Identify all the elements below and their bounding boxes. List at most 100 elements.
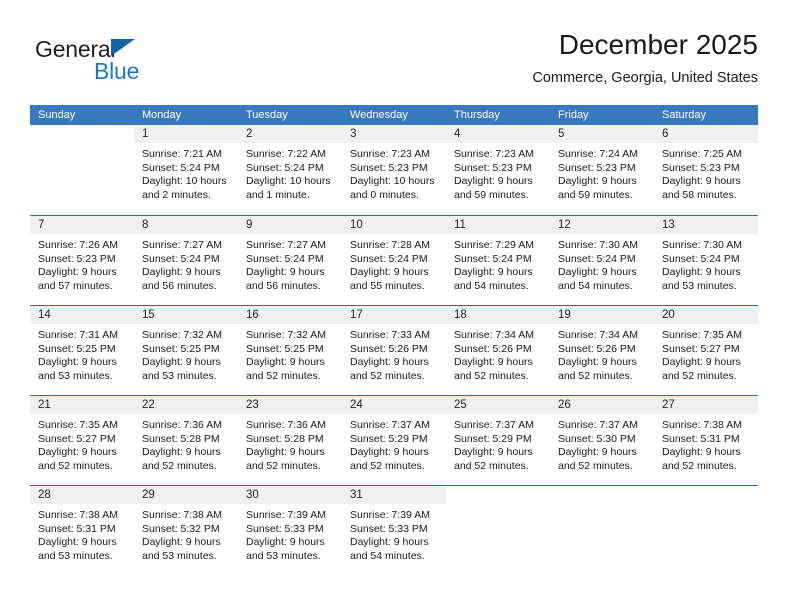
day-cell-19[interactable]: 19 Sunrise: 7:34 AM Sunset: 5:26 PM Dayligh… xyxy=(550,306,654,395)
day-details xyxy=(550,504,654,509)
location-subtitle: Commerce, Georgia, United States xyxy=(532,70,758,86)
day-cell-20[interactable]: 20 Sunrise: 7:35 AM Sunset: 5:27 PM Dayligh… xyxy=(654,306,758,395)
day-cell-25[interactable]: 25 Sunrise: 7:37 AM Sunset: 5:29 PM Dayligh… xyxy=(446,396,550,485)
day-number-band: 27 xyxy=(654,396,758,414)
day-number: 28 xyxy=(38,489,51,501)
day-number-band: 18 xyxy=(446,306,550,324)
day-cell-3[interactable]: 3 Sunrise: 7:23 AM Sunset: 5:23 PM Daylight… xyxy=(342,125,446,215)
day-detail-line: Sunset: 5:23 PM xyxy=(350,161,428,174)
day-cell-24[interactable]: 24 Sunrise: 7:37 AM Sunset: 5:29 PM Dayligh… xyxy=(342,396,446,485)
day-number-band: 16 xyxy=(238,306,342,324)
day-detail-line: and 52 minutes. xyxy=(454,369,529,382)
day-cell-28[interactable]: 28 Sunrise: 7:38 AM Sunset: 5:31 PM Dayligh… xyxy=(30,486,134,575)
day-cell-22[interactable]: 22 Sunrise: 7:36 AM Sunset: 5:28 PM Dayligh… xyxy=(134,396,238,485)
day-details: Sunrise: 7:27 AM Sunset: 5:24 PM Daylight:… xyxy=(134,234,238,293)
day-number-band xyxy=(550,486,654,504)
day-details xyxy=(446,504,550,509)
day-number: 7 xyxy=(38,219,45,231)
day-detail-line: and 59 minutes. xyxy=(454,188,529,201)
day-details: Sunrise: 7:34 AM Sunset: 5:26 PM Daylight:… xyxy=(550,324,654,383)
day-detail-line: Sunrise: 7:33 AM xyxy=(350,329,430,341)
day-cell-2[interactable]: 2 Sunrise: 7:22 AM Sunset: 5:24 PM Daylight… xyxy=(238,125,342,215)
day-cell-26[interactable]: 26 Sunrise: 7:37 AM Sunset: 5:30 PM Dayligh… xyxy=(550,396,654,485)
day-cell-7[interactable]: 7 Sunrise: 7:26 AM Sunset: 5:23 PM Daylight… xyxy=(30,216,134,305)
day-cell-31[interactable]: 31 Sunrise: 7:39 AM Sunset: 5:33 PM Dayligh… xyxy=(342,486,446,575)
day-detail-line: Sunrise: 7:27 AM xyxy=(246,239,326,251)
day-cell-empty xyxy=(654,486,758,575)
day-detail-line: and 52 minutes. xyxy=(246,459,321,472)
day-number: 8 xyxy=(142,219,149,231)
day-details: Sunrise: 7:38 AM Sunset: 5:31 PM Daylight:… xyxy=(654,414,758,473)
weekday-header-tuesday: Tuesday xyxy=(246,109,288,121)
day-cell-11[interactable]: 11 Sunrise: 7:29 AM Sunset: 5:24 PM Dayligh… xyxy=(446,216,550,305)
day-number-band: 5 xyxy=(550,125,654,143)
day-detail-line: and 52 minutes. xyxy=(142,459,217,472)
day-detail-line: Sunset: 5:23 PM xyxy=(454,161,532,174)
day-detail-line: and 52 minutes. xyxy=(350,459,425,472)
day-detail-line: Sunrise: 7:38 AM xyxy=(142,509,222,521)
day-detail-line: and 58 minutes. xyxy=(662,188,737,201)
day-number: 13 xyxy=(662,219,675,231)
day-cell-empty xyxy=(30,125,134,215)
day-number-band: 23 xyxy=(238,396,342,414)
day-cell-1[interactable]: 1 Sunrise: 7:21 AM Sunset: 5:24 PM Daylight… xyxy=(134,125,238,215)
weekday-header-monday: Monday xyxy=(142,109,182,121)
day-detail-line: Sunset: 5:24 PM xyxy=(246,252,324,265)
day-detail-line: and 57 minutes. xyxy=(38,279,113,292)
day-details: Sunrise: 7:32 AM Sunset: 5:25 PM Daylight:… xyxy=(134,324,238,383)
day-number-band: 28 xyxy=(30,486,134,504)
day-detail-line: Sunset: 5:30 PM xyxy=(558,432,636,445)
day-number: 17 xyxy=(350,309,363,321)
day-cell-16[interactable]: 16 Sunrise: 7:32 AM Sunset: 5:25 PM Dayligh… xyxy=(238,306,342,395)
day-detail-line: Sunset: 5:29 PM xyxy=(350,432,428,445)
day-number: 10 xyxy=(350,219,363,231)
day-cell-10[interactable]: 10 Sunrise: 7:28 AM Sunset: 5:24 PM Dayligh… xyxy=(342,216,446,305)
day-detail-line: Sunrise: 7:23 AM xyxy=(350,148,430,160)
day-details: Sunrise: 7:35 AM Sunset: 5:27 PM Daylight:… xyxy=(654,324,758,383)
calendar-week-row: 21 Sunrise: 7:35 AM Sunset: 5:27 PM Dayligh… xyxy=(30,395,758,485)
day-number: 6 xyxy=(662,128,669,140)
day-cell-4[interactable]: 4 Sunrise: 7:23 AM Sunset: 5:23 PM Daylight… xyxy=(446,125,550,215)
day-detail-line: and 52 minutes. xyxy=(558,369,633,382)
day-detail-line: Sunset: 5:24 PM xyxy=(662,252,740,265)
day-detail-line: Daylight: 9 hours xyxy=(246,356,325,369)
day-cell-29[interactable]: 29 Sunrise: 7:38 AM Sunset: 5:32 PM Dayligh… xyxy=(134,486,238,575)
day-detail-line: Sunset: 5:32 PM xyxy=(142,522,220,535)
day-cell-14[interactable]: 14 Sunrise: 7:31 AM Sunset: 5:25 PM Dayligh… xyxy=(30,306,134,395)
day-details: Sunrise: 7:23 AM Sunset: 5:23 PM Daylight:… xyxy=(342,143,446,202)
day-cell-27[interactable]: 27 Sunrise: 7:38 AM Sunset: 5:31 PM Dayligh… xyxy=(654,396,758,485)
day-cell-8[interactable]: 8 Sunrise: 7:27 AM Sunset: 5:24 PM Daylight… xyxy=(134,216,238,305)
day-number-band xyxy=(30,125,134,143)
day-details: Sunrise: 7:27 AM Sunset: 5:24 PM Daylight:… xyxy=(238,234,342,293)
day-detail-line: Sunset: 5:29 PM xyxy=(454,432,532,445)
day-cell-12[interactable]: 12 Sunrise: 7:30 AM Sunset: 5:24 PM Dayligh… xyxy=(550,216,654,305)
day-cell-9[interactable]: 9 Sunrise: 7:27 AM Sunset: 5:24 PM Daylight… xyxy=(238,216,342,305)
day-number-band: 9 xyxy=(238,216,342,234)
day-cell-17[interactable]: 17 Sunrise: 7:33 AM Sunset: 5:26 PM Dayligh… xyxy=(342,306,446,395)
day-detail-line: Sunset: 5:23 PM xyxy=(38,252,116,265)
day-cell-13[interactable]: 13 Sunrise: 7:30 AM Sunset: 5:24 PM Dayligh… xyxy=(654,216,758,305)
day-cell-18[interactable]: 18 Sunrise: 7:34 AM Sunset: 5:26 PM Dayligh… xyxy=(446,306,550,395)
day-details: Sunrise: 7:30 AM Sunset: 5:24 PM Daylight:… xyxy=(550,234,654,293)
day-detail-line: Daylight: 9 hours xyxy=(662,175,741,188)
day-detail-line: Sunset: 5:25 PM xyxy=(142,342,220,355)
day-cell-5[interactable]: 5 Sunrise: 7:24 AM Sunset: 5:23 PM Daylight… xyxy=(550,125,654,215)
day-cell-30[interactable]: 30 Sunrise: 7:39 AM Sunset: 5:33 PM Dayligh… xyxy=(238,486,342,575)
day-details: Sunrise: 7:22 AM Sunset: 5:24 PM Daylight:… xyxy=(238,143,342,202)
day-detail-line: and 56 minutes. xyxy=(142,279,217,292)
day-cell-21[interactable]: 21 Sunrise: 7:35 AM Sunset: 5:27 PM Dayligh… xyxy=(30,396,134,485)
day-detail-line: and 52 minutes. xyxy=(350,369,425,382)
day-number-band: 17 xyxy=(342,306,446,324)
day-details: Sunrise: 7:30 AM Sunset: 5:24 PM Daylight:… xyxy=(654,234,758,293)
day-number: 18 xyxy=(454,309,467,321)
day-cell-15[interactable]: 15 Sunrise: 7:32 AM Sunset: 5:25 PM Dayligh… xyxy=(134,306,238,395)
day-detail-line: and 53 minutes. xyxy=(246,549,321,562)
day-detail-line: Sunrise: 7:37 AM xyxy=(454,419,534,431)
day-number: 2 xyxy=(246,128,253,140)
day-cell-23[interactable]: 23 Sunrise: 7:36 AM Sunset: 5:28 PM Dayligh… xyxy=(238,396,342,485)
day-number: 9 xyxy=(246,219,253,231)
day-number-band: 1 xyxy=(134,125,238,143)
day-cell-6[interactable]: 6 Sunrise: 7:25 AM Sunset: 5:23 PM Daylight… xyxy=(654,125,758,215)
day-detail-line: Sunrise: 7:28 AM xyxy=(350,239,430,251)
day-number-band: 30 xyxy=(238,486,342,504)
